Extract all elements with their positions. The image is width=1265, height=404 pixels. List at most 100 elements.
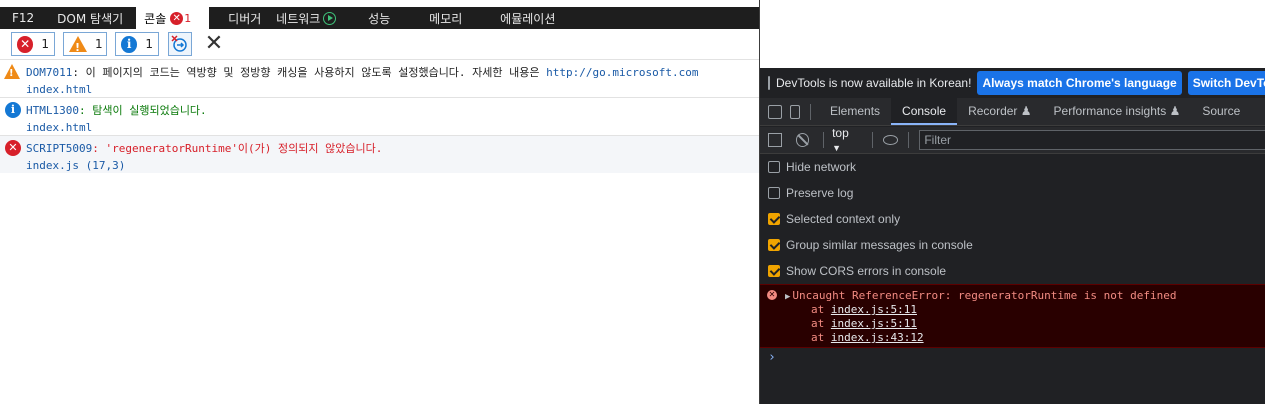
context-selector[interactable]: top ▼ — [832, 126, 860, 154]
context-label: top — [832, 126, 849, 140]
setting-selected-context-only[interactable]: Selected context only — [760, 206, 1265, 232]
stack-location-link[interactable]: index.js:5:11 — [831, 317, 917, 330]
message-text: 탐색이 실행되었습니다. — [92, 104, 207, 117]
message-source-link[interactable]: index.html — [26, 81, 759, 97]
error-icon: ✕ — [5, 140, 21, 156]
message-text: 'regeneratorRuntime'이(가) 정의되지 않았습니다. — [105, 142, 383, 155]
match-language-button[interactable]: Always match Chrome's language — [977, 71, 1182, 95]
tab-label: 콘솔 — [144, 11, 167, 26]
checkbox[interactable] — [768, 265, 780, 277]
play-icon[interactable] — [323, 11, 337, 25]
tab-performance-insights[interactable]: Performance insights ♟ — [1043, 98, 1192, 125]
error-icon: ✕ — [767, 290, 777, 300]
banner-text: DevTools is now available in Korean! — [776, 76, 972, 90]
setting-preserve-log[interactable]: Preserve log — [760, 180, 1265, 206]
setting-hide-network[interactable]: Hide network — [760, 154, 1265, 180]
tab-console[interactable]: Console — [891, 98, 958, 125]
stack-prefix: at — [811, 331, 825, 344]
divider — [871, 132, 873, 148]
console-messages: ! DOM7011: 이 페이지의 코드는 역방향 및 정방향 캐싱을 사용하지… — [0, 59, 759, 173]
setting-show-cors-errors[interactable]: Show CORS errors in console — [760, 258, 1265, 284]
info-icon: i — [121, 35, 138, 53]
console-toolbar: ✕ 1 ! 1 i 1 ✕ — [0, 29, 759, 58]
tab-debugger[interactable]: 디버거 — [209, 7, 276, 29]
filter-input[interactable]: Filter — [919, 130, 1265, 150]
tab-memory[interactable]: 메모리 — [429, 7, 500, 29]
tab-console[interactable]: 콘솔 ✕ 1 — [136, 7, 210, 29]
language-banner: DevTools is now available in Korean! Alw… — [760, 68, 1265, 98]
warnings-count: 1 — [95, 37, 103, 51]
error-icon: ✕ — [170, 11, 184, 25]
message-code: SCRIPT5009 — [26, 142, 93, 155]
setting-label: Hide network — [786, 160, 857, 174]
message-link[interactable]: http://go.microsoft.com — [546, 66, 698, 79]
warnings-filter-button[interactable]: ! 1 — [63, 32, 107, 56]
errors-count: 1 — [41, 37, 49, 51]
clear-console-icon[interactable] — [795, 133, 810, 147]
divider — [810, 103, 811, 120]
message-source-link[interactable]: index.js (17,3) — [26, 157, 759, 173]
switch-language-button[interactable]: Switch DevTool — [1187, 71, 1265, 95]
info-count: 1 — [145, 37, 153, 51]
tab-recorder[interactable]: Recorder ♟ — [957, 98, 1042, 125]
list-item[interactable]: ! DOM7011: 이 페이지의 코드는 역방향 및 정방향 캐싱을 사용하지… — [0, 59, 759, 97]
stack-prefix: at — [811, 317, 825, 330]
chevron-down-icon: ▼ — [832, 143, 841, 153]
setting-label: Show CORS errors in console — [786, 264, 947, 278]
message-code: HTML1300 — [26, 104, 79, 117]
checkbox[interactable] — [768, 161, 780, 173]
setting-label: Preserve log — [786, 186, 854, 200]
checkbox[interactable] — [768, 239, 780, 251]
setting-label: Selected context only — [786, 212, 901, 226]
errors-filter-button[interactable]: ✕ 1 — [11, 32, 55, 56]
error-icon: ✕ — [17, 35, 34, 53]
blank-area — [760, 0, 1265, 68]
checkbox[interactable] — [768, 213, 780, 225]
console-toolbar: top ▼ Filter — [760, 126, 1265, 154]
devtools-tab-bar: Elements Console Recorder ♟ Performance … — [760, 98, 1265, 126]
setting-label: Group similar messages in console — [786, 238, 973, 252]
stack-location-link[interactable]: index.js:43:12 — [831, 331, 924, 344]
stack-frame: at index.js:43:12 — [811, 331, 924, 344]
tab-label: 성능 — [368, 11, 391, 26]
tab-performance[interactable]: 성능 — [368, 7, 429, 29]
stack-location-link[interactable]: index.js:5:11 — [831, 303, 917, 316]
tab-label: 디버거 — [228, 11, 262, 26]
clear-console-button[interactable] — [168, 32, 192, 56]
error-count-badge: 1 — [184, 11, 192, 25]
message-source-link[interactable]: index.html — [26, 119, 759, 135]
list-item[interactable]: i HTML1300: 탐색이 실행되었습니다. index.html — [0, 97, 759, 135]
divider — [908, 132, 910, 148]
list-item[interactable]: ✕ SCRIPT5009: 'regeneratorRuntime'이(가) 정… — [0, 135, 759, 173]
info-icon: i — [5, 102, 21, 118]
setting-group-similar[interactable]: Group similar messages in console — [760, 232, 1265, 258]
inspect-icon[interactable] — [768, 104, 782, 119]
message-code: DOM7011 — [26, 66, 73, 79]
info-filter-button[interactable]: i 1 — [115, 32, 159, 56]
tab-network[interactable]: 네트워크 — [276, 7, 368, 29]
tab-sources[interactable]: Source — [1191, 98, 1251, 125]
eye-icon[interactable] — [882, 135, 899, 145]
error-text: Uncaught ReferenceError: regeneratorRunt… — [792, 289, 1177, 302]
console-error-message[interactable]: ✕ ▶ Uncaught ReferenceError: regeneratorR… — [760, 284, 1265, 348]
console-prompt[interactable]: › — [768, 350, 776, 365]
tab-label: 에뮬레이션 — [500, 11, 556, 26]
chrome-devtools-panel: DevTools is now available in Korean! Alw… — [759, 0, 1265, 404]
tab-label: F12 — [12, 11, 35, 25]
warning-icon: ! — [69, 36, 87, 54]
sidebar-toggle-icon[interactable] — [768, 133, 782, 147]
stack-prefix: at — [811, 303, 825, 316]
ie-tab-bar: F12 DOM 탐색기 콘솔 ✕ 1 디버거 네트워크 성능 메모리 에뮬레이션 — [0, 7, 759, 29]
tab-dom-explorer[interactable]: DOM 탐색기 — [44, 7, 136, 29]
checkbox[interactable] — [768, 187, 780, 199]
console-settings: Hide network Preserve log Selected conte… — [760, 154, 1265, 284]
expand-triangle-icon[interactable]: ▶ — [785, 292, 790, 302]
stack-frame: at index.js:5:11 — [811, 303, 917, 316]
tab-label: DOM 탐색기 — [57, 11, 124, 26]
tab-emulation[interactable]: 에뮬레이션 — [500, 7, 555, 29]
close-icon[interactable]: ✕ — [203, 32, 225, 56]
tab-elements[interactable]: Elements — [819, 98, 891, 125]
tab-f12[interactable]: F12 — [0, 7, 44, 29]
clear-console-icon — [171, 35, 187, 52]
device-toolbar-icon[interactable] — [790, 104, 800, 119]
